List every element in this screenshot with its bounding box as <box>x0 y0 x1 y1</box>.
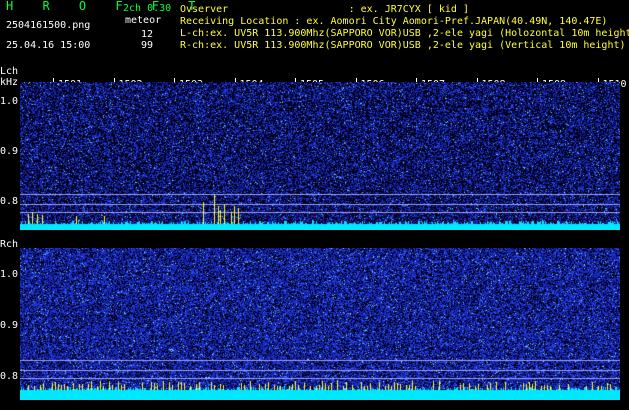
app-title: H R O F F T <box>6 0 207 13</box>
lch-ytick-0.9: 0.9 <box>0 146 19 157</box>
rch-waterfall-canvas <box>20 248 620 400</box>
rch-ytick-1.0: 1.0 <box>0 269 19 280</box>
lch-info-line: L-ch:ex. UV5R 113.900Mhz(SAPPORO VOR)USB… <box>180 28 629 39</box>
version-label: 2ch 0.30 <box>123 3 172 14</box>
location-line: Receiving Location : ex. Aomori City Aom… <box>180 16 608 27</box>
rch-ytick-0.9: 0.9 <box>0 320 19 331</box>
lch-label: Lch <box>0 66 19 77</box>
rch-info-line: R-ch:ex. UV5R 113.900Mhz(SAPPORO VOR)USB… <box>180 40 626 51</box>
lch-meteor-count: 12 <box>141 29 154 40</box>
lch-ytick-1.0: 1.0 <box>0 96 19 107</box>
lch-waterfall-canvas <box>20 82 620 230</box>
observer-line: Ovserver : ex. JR7CYX [ kid ] <box>180 4 469 15</box>
khz-label: kHz <box>0 77 19 88</box>
datetime-label: 25.04.16 15:00 <box>6 40 91 51</box>
filename-label: 2504161500.png <box>6 20 91 31</box>
meteor-label: meteor <box>125 15 162 26</box>
lch-waterfall-plot <box>20 82 620 230</box>
rch-meteor-count: 99 <box>141 40 154 51</box>
rch-label: Rch <box>0 239 19 250</box>
rch-waterfall-plot <box>20 248 620 400</box>
rch-ytick-0.8: 0.8 <box>0 371 19 382</box>
lch-ytick-0.8: 0.8 <box>0 196 19 207</box>
